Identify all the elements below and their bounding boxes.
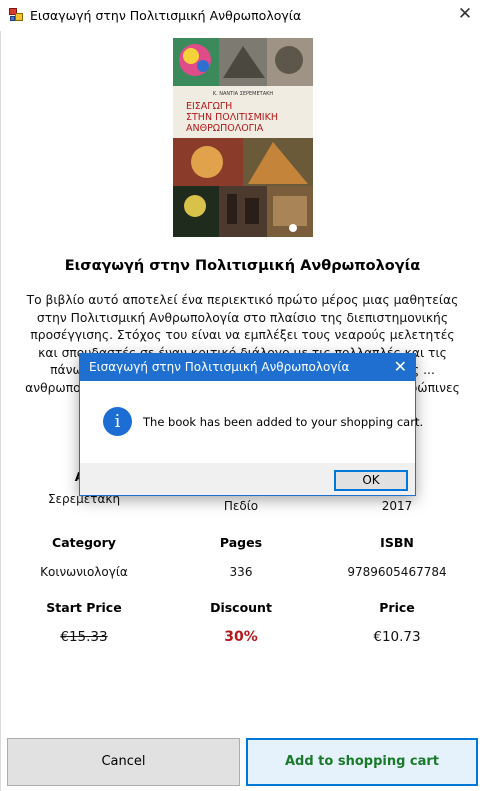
app-icon — [9, 8, 24, 22]
cover-title-line-1: ΕΙΣΑΓΩΓΗ — [186, 101, 232, 112]
ok-button[interactable]: OK — [334, 470, 408, 491]
published-value: 2017 — [381, 499, 413, 513]
window-title: Εισαγωγή στην Πολιτισμική Ανθρωπολογία — [30, 8, 302, 23]
added-to-cart-dialog: Εισαγωγή στην Πολιτισμική Ανθρωπολογία ✕… — [79, 353, 423, 496]
category-header: Category — [52, 535, 116, 550]
window-left-border — [0, 31, 1, 791]
info-icon: i — [103, 407, 132, 436]
book-title: Εισαγωγή στην Πολιτισμική Ανθρωπολογία — [64, 258, 421, 274]
isbn-header: ISBN — [380, 535, 414, 550]
cover-title-line-3: ΑΝΘΡΩΠΟΛΟΓΙΑ — [186, 123, 264, 134]
cover-title-line-2: ΣΤΗΝ ΠΟΛΙΤΙΣΜΙΚΗ — [186, 112, 278, 123]
price-value: €10.73 — [373, 629, 421, 645]
category-value: Κοινωνιολογία — [40, 565, 128, 579]
title-bar[interactable]: Εισαγωγή στην Πολιτισμική Ανθρωπολογία ✕ — [0, 0, 485, 31]
cover-author: Κ. ΝΑΝΤΙΑ ΣΕΡΕΜΕΤΑΚΗ — [213, 91, 274, 97]
book-cover-image: Κ. ΝΑΝΤΙΑ ΣΕΡΕΜΕΤΑΚΗ ΕΙΣΑΓΩΓΗ ΣΤΗΝ ΠΟΛΙΤ… — [173, 38, 313, 237]
dialog-body: i The book has been added to your shoppi… — [80, 381, 423, 463]
start-price-value: €15.33 — [60, 629, 108, 645]
add-to-cart-button[interactable]: Add to shopping cart — [246, 738, 478, 786]
discount-header: Discount — [210, 600, 272, 615]
start-price-header: Start Price — [46, 600, 122, 615]
dialog-close-icon[interactable]: ✕ — [394, 357, 407, 377]
dialog-title: Εισαγωγή στην Πολιτισμική Ανθρωπολογία — [89, 360, 350, 374]
dialog-title-bar[interactable]: Εισαγωγή στην Πολιτισμική Ανθρωπολογία ✕ — [80, 354, 415, 381]
dialog-message: The book has been added to your shopping… — [143, 415, 424, 429]
isbn-value: 9789605467784 — [347, 565, 447, 579]
pages-header: Pages — [219, 535, 263, 550]
price-header: Price — [379, 600, 415, 615]
publisher-value: Πεδίο — [223, 499, 259, 513]
discount-value: 30% — [224, 629, 258, 645]
pages-value: 336 — [229, 565, 253, 579]
cancel-button[interactable]: Cancel — [7, 738, 240, 786]
window-close-icon[interactable]: ✕ — [455, 4, 475, 24]
